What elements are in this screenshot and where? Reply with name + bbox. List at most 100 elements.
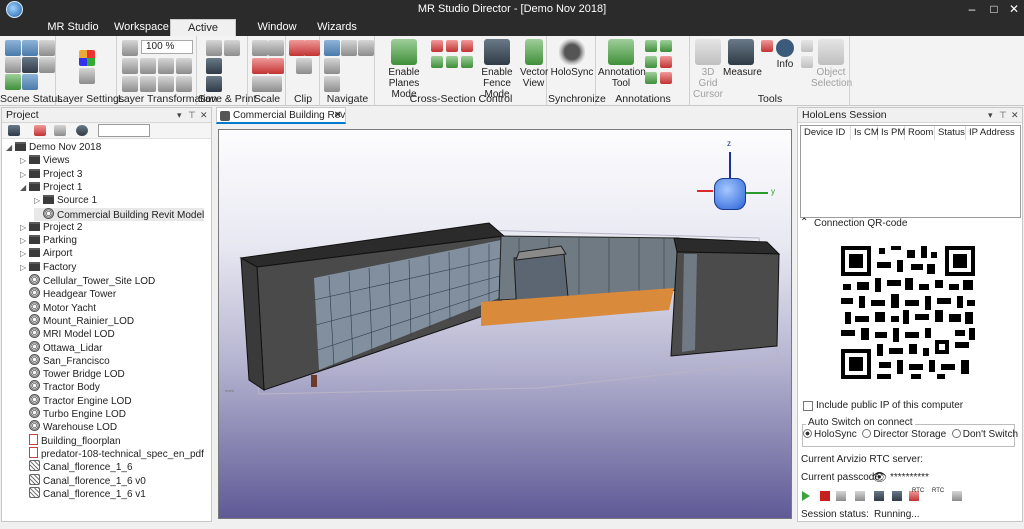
tree-item[interactable]: ▷ Project 2: [20, 221, 82, 234]
tree-item[interactable]: ▷ Project 3: [20, 168, 82, 181]
radio-director-storage[interactable]: Director Storage: [862, 429, 946, 440]
expand-arrow-icon[interactable]: ▷: [20, 247, 29, 260]
eye-icon[interactable]: [5, 74, 21, 90]
pan-icon[interactable]: [341, 40, 357, 56]
tab-mr-studio-admin[interactable]: MR Studio Admin: [32, 19, 114, 49]
include-public-ip-checkbox[interactable]: [803, 401, 813, 411]
tree-item[interactable]: ◢ Demo Nov 2018: [6, 141, 101, 154]
clip-icon[interactable]: [289, 40, 305, 56]
rtc-refresh-icon[interactable]: RTC: [932, 488, 944, 494]
rtc-connect-icon[interactable]: RTC: [912, 488, 924, 494]
move-icon[interactable]: [39, 40, 55, 56]
tree-item[interactable]: San_Francisco: [20, 353, 110, 367]
search-icon[interactable]: [76, 125, 88, 136]
tree-item[interactable]: ▷ Airport: [20, 247, 72, 260]
tab-window-layout[interactable]: Window Layout: [240, 19, 314, 49]
minimize-icon[interactable]: –: [962, 1, 982, 17]
close-icon[interactable]: ✕: [1004, 1, 1024, 17]
tree-item[interactable]: Turbo Engine LOD: [20, 407, 126, 420]
column-room[interactable]: Room: [905, 126, 935, 140]
tab-workspace[interactable]: Workspace: [114, 19, 169, 36]
rotate-x-icon[interactable]: [122, 58, 138, 74]
expand-arrow-icon[interactable]: ▷: [20, 154, 29, 167]
annotation-hide-icon[interactable]: [660, 72, 672, 84]
reset-rotation-icon[interactable]: [158, 76, 174, 92]
scene-icon[interactable]: [5, 40, 21, 56]
tab-close-icon[interactable]: ✕: [334, 108, 342, 122]
tree-item[interactable]: Canal_florence_1_6 v1: [20, 486, 146, 500]
info-button[interactable]: Info: [773, 39, 797, 70]
view-cube-icon[interactable]: [714, 178, 746, 210]
rotate-z-icon[interactable]: [158, 58, 174, 74]
filter-clear-icon[interactable]: [34, 125, 46, 136]
expand-arrow-icon[interactable]: ▷: [20, 261, 29, 274]
tree-item[interactable]: MRI Model LOD: [20, 327, 115, 340]
grid-icon[interactable]: [5, 57, 21, 73]
tab-wizards[interactable]: Wizards: [316, 19, 358, 36]
holosync-button[interactable]: HoloSync: [550, 39, 594, 78]
radio-holosync-circle[interactable]: [803, 429, 812, 438]
snowflake-icon[interactable]: [22, 40, 38, 56]
expand-arrow-icon[interactable]: ▷: [34, 194, 43, 207]
radio-director-storage-circle[interactable]: [862, 429, 872, 438]
radio-dont-switch[interactable]: Don't Switch: [951, 429, 1018, 440]
tree-item[interactable]: Tractor Engine LOD: [20, 393, 132, 407]
panel-close-icon[interactable]: ✕: [1011, 108, 1019, 122]
plane-show-icon[interactable]: [446, 56, 458, 68]
orbit-icon[interactable]: [324, 40, 340, 56]
radio-holosync[interactable]: HoloSync: [803, 429, 857, 440]
tree-search-input[interactable]: [98, 124, 150, 137]
grid-cursor-button[interactable]: 3D Grid Cursor: [691, 39, 725, 100]
clip-box-icon[interactable]: [296, 58, 312, 74]
transform-icon[interactable]: [122, 40, 138, 56]
column-is-pm[interactable]: Is PM: [878, 126, 905, 140]
rotate-cw-icon[interactable]: [122, 76, 138, 92]
annotation-show-icon[interactable]: [645, 72, 657, 84]
scale-reset-icon[interactable]: [252, 58, 268, 74]
collapse-chevron-icon[interactable]: ⌃: [800, 217, 808, 228]
play-icon[interactable]: [802, 491, 810, 501]
plane-add-icon[interactable]: [431, 56, 443, 68]
move-camera-icon[interactable]: [324, 58, 340, 74]
tree-item[interactable]: Cellular_Tower_Site LOD: [20, 274, 155, 287]
copy-icon[interactable]: [952, 491, 962, 501]
print-icon[interactable]: [206, 76, 222, 92]
network-nodes-icon[interactable]: [892, 491, 902, 501]
tree-item[interactable]: Commercial Building Revit Model: [34, 207, 205, 221]
layout-icon[interactable]: [206, 40, 222, 56]
viewport-tab[interactable]: Commercial Building Revi... ✕: [216, 107, 346, 124]
filter-icon[interactable]: [8, 125, 20, 136]
tree-item[interactable]: Canal_florence_1_6: [20, 460, 133, 473]
measure-button[interactable]: Measure: [723, 39, 762, 78]
column-status[interactable]: Status: [935, 126, 966, 140]
tree-item[interactable]: Building_floorplan: [20, 433, 121, 447]
tree-item[interactable]: ◢ Project 1: [20, 181, 82, 194]
rotate-ccw-icon[interactable]: [140, 76, 156, 92]
tree-item[interactable]: Warehouse LOD: [20, 420, 117, 433]
maximize-icon[interactable]: □: [984, 1, 1004, 17]
pin-icon[interactable]: ⊤: [999, 108, 1007, 122]
tree-item[interactable]: Canal_florence_1_6 v0: [20, 473, 146, 487]
object-selection-button[interactable]: Object Selection: [811, 39, 852, 89]
layers-icon[interactable]: [22, 57, 38, 73]
column-is-cm[interactable]: Is CM: [851, 126, 879, 140]
column-ip-address[interactable]: IP Address: [966, 126, 1022, 140]
stop-icon[interactable]: [820, 491, 830, 501]
zoom-input[interactable]: 100 %: [141, 40, 193, 54]
vector-view-button[interactable]: Vector View: [520, 39, 548, 89]
expand-arrow-icon[interactable]: ▷: [20, 168, 29, 181]
tree-item[interactable]: ▷ Source 1: [34, 194, 97, 207]
radio-dont-switch-circle[interactable]: [951, 429, 961, 438]
annotation-add-icon[interactable]: [645, 40, 657, 52]
column-device-id[interactable]: Device ID: [801, 126, 851, 140]
tree-item[interactable]: Headgear Tower: [20, 287, 116, 300]
stretch-icon[interactable]: [252, 76, 282, 92]
tree-item[interactable]: Mount_Rainier_LOD: [20, 313, 134, 327]
expand-arrow-icon[interactable]: ◢: [20, 181, 29, 194]
move-arrows-icon[interactable]: [874, 491, 884, 501]
expand-collapse-icon[interactable]: [54, 125, 66, 136]
measure-clear-icon[interactable]: [761, 40, 773, 52]
tree-item[interactable]: ▷ Factory: [20, 261, 76, 274]
user-icon[interactable]: [855, 491, 865, 501]
pin-dropdown-icon[interactable]: ▾: [177, 108, 182, 122]
